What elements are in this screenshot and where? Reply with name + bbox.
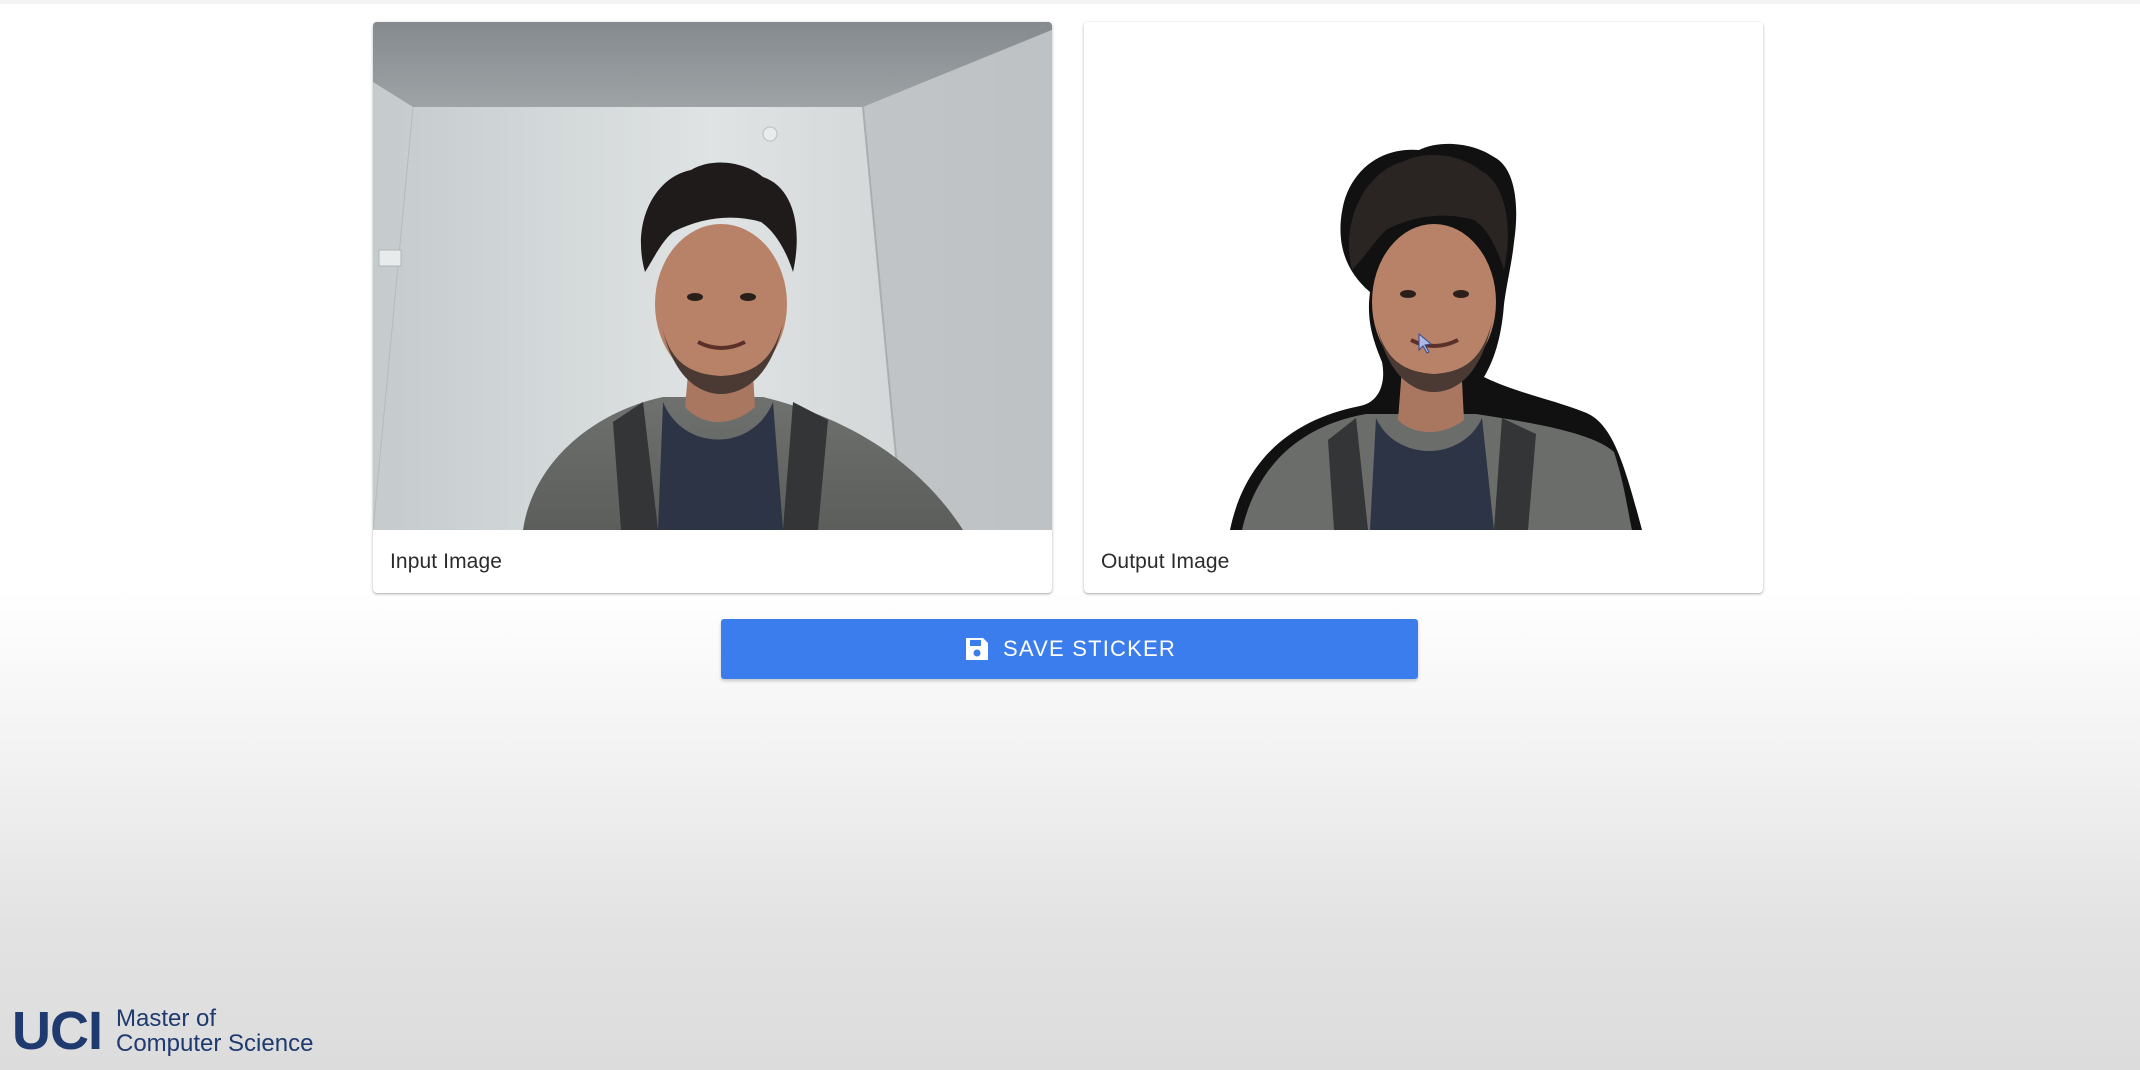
input-image [373,22,1052,530]
input-image-caption: Input Image [390,550,503,573]
output-image-caption: Output Image [1101,550,1230,573]
program-name: Master of Computer Science [116,1006,313,1056]
output-image-card: Output Image [1084,22,1763,593]
program-name-line1: Master of [116,1005,217,1032]
uci-logo: UCI Master of Computer Science [12,1004,313,1058]
top-divider [0,0,2140,4]
program-name-line2: Computer Science [116,1030,314,1057]
save-sticker-label: SAVE STICKER [1003,636,1176,661]
save-icon [963,635,991,663]
uci-wordmark: UCI [12,1001,103,1061]
output-image [1084,22,1763,530]
input-image-card: Input Image [373,22,1052,593]
save-sticker-button[interactable]: SAVE STICKER [721,619,1418,679]
